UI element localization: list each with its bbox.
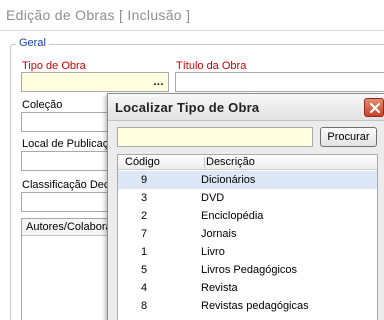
row-code: 9 bbox=[140, 174, 148, 186]
row-code: 3 bbox=[140, 192, 148, 204]
search-button[interactable]: Procurar bbox=[320, 127, 377, 147]
row-description: Livros Pedagógicos bbox=[201, 264, 298, 276]
tipo-obra-field[interactable]: ... bbox=[21, 72, 169, 92]
close-button[interactable] bbox=[364, 98, 384, 117]
row-description: Revista bbox=[201, 282, 238, 294]
titulo-obra-label: Título da Obra bbox=[176, 60, 247, 72]
row-code: 4 bbox=[140, 282, 148, 294]
window-title: Edição de Obras [ Inclusão ] bbox=[6, 7, 191, 23]
row-code: 2 bbox=[140, 210, 148, 222]
row-description: Revistas pedagógicas bbox=[201, 300, 309, 312]
tipo-obra-label: Tipo de Obra bbox=[22, 60, 86, 72]
localizar-dialog: Localizar Tipo de Obra Procurar Código D… bbox=[107, 93, 384, 320]
colecao-label: Coleção bbox=[22, 99, 63, 111]
colecao-field[interactable] bbox=[21, 112, 121, 132]
table-row[interactable]: 4 Revista bbox=[118, 279, 377, 297]
close-icon bbox=[369, 102, 381, 114]
grid-header: Código Descrição bbox=[118, 155, 377, 170]
classificacao-field[interactable] bbox=[21, 192, 121, 212]
row-code: 7 bbox=[140, 228, 148, 240]
tipo-obra-lookup-button[interactable]: ... bbox=[153, 76, 164, 88]
local-publicacao-field[interactable] bbox=[21, 151, 121, 171]
row-code: 5 bbox=[140, 264, 148, 276]
title-separator bbox=[0, 30, 384, 31]
row-code: 8 bbox=[140, 300, 148, 312]
group-label: Geral bbox=[16, 37, 49, 49]
row-description: Livro bbox=[201, 246, 225, 258]
column-header-code[interactable]: Código bbox=[125, 156, 160, 168]
row-description: Enciclopédia bbox=[201, 210, 264, 222]
results-grid[interactable]: Código Descrição 9 Dicionários 3 DVD 2 E… bbox=[117, 154, 378, 320]
autores-list[interactable]: Autores/Colaboradores bbox=[21, 218, 121, 320]
table-row[interactable]: 1 Livro bbox=[118, 243, 377, 261]
table-row[interactable]: 2 Enciclopédia bbox=[118, 207, 377, 225]
table-row[interactable]: 5 Livros Pedagógicos bbox=[118, 261, 377, 279]
row-code: 1 bbox=[140, 246, 148, 258]
row-description: Dicionários bbox=[201, 174, 256, 186]
table-row[interactable]: 7 Jornais bbox=[118, 225, 377, 243]
column-header-description[interactable]: Descrição bbox=[206, 156, 255, 168]
search-input[interactable] bbox=[117, 127, 313, 147]
table-row[interactable]: 8 Revistas pedagógicas bbox=[118, 297, 377, 315]
column-separator bbox=[204, 157, 205, 168]
local-publicacao-label: Local de Publicação bbox=[22, 138, 121, 150]
autores-list-header: Autores/Colaboradores bbox=[22, 219, 120, 236]
row-description: Jornais bbox=[201, 228, 237, 240]
row-description: DVD bbox=[201, 192, 225, 204]
table-row[interactable]: 9 Dicionários bbox=[118, 171, 377, 189]
titulo-obra-field[interactable] bbox=[175, 72, 384, 92]
table-row[interactable]: 3 DVD bbox=[118, 189, 377, 207]
dialog-title: Localizar Tipo de Obra bbox=[115, 100, 260, 115]
